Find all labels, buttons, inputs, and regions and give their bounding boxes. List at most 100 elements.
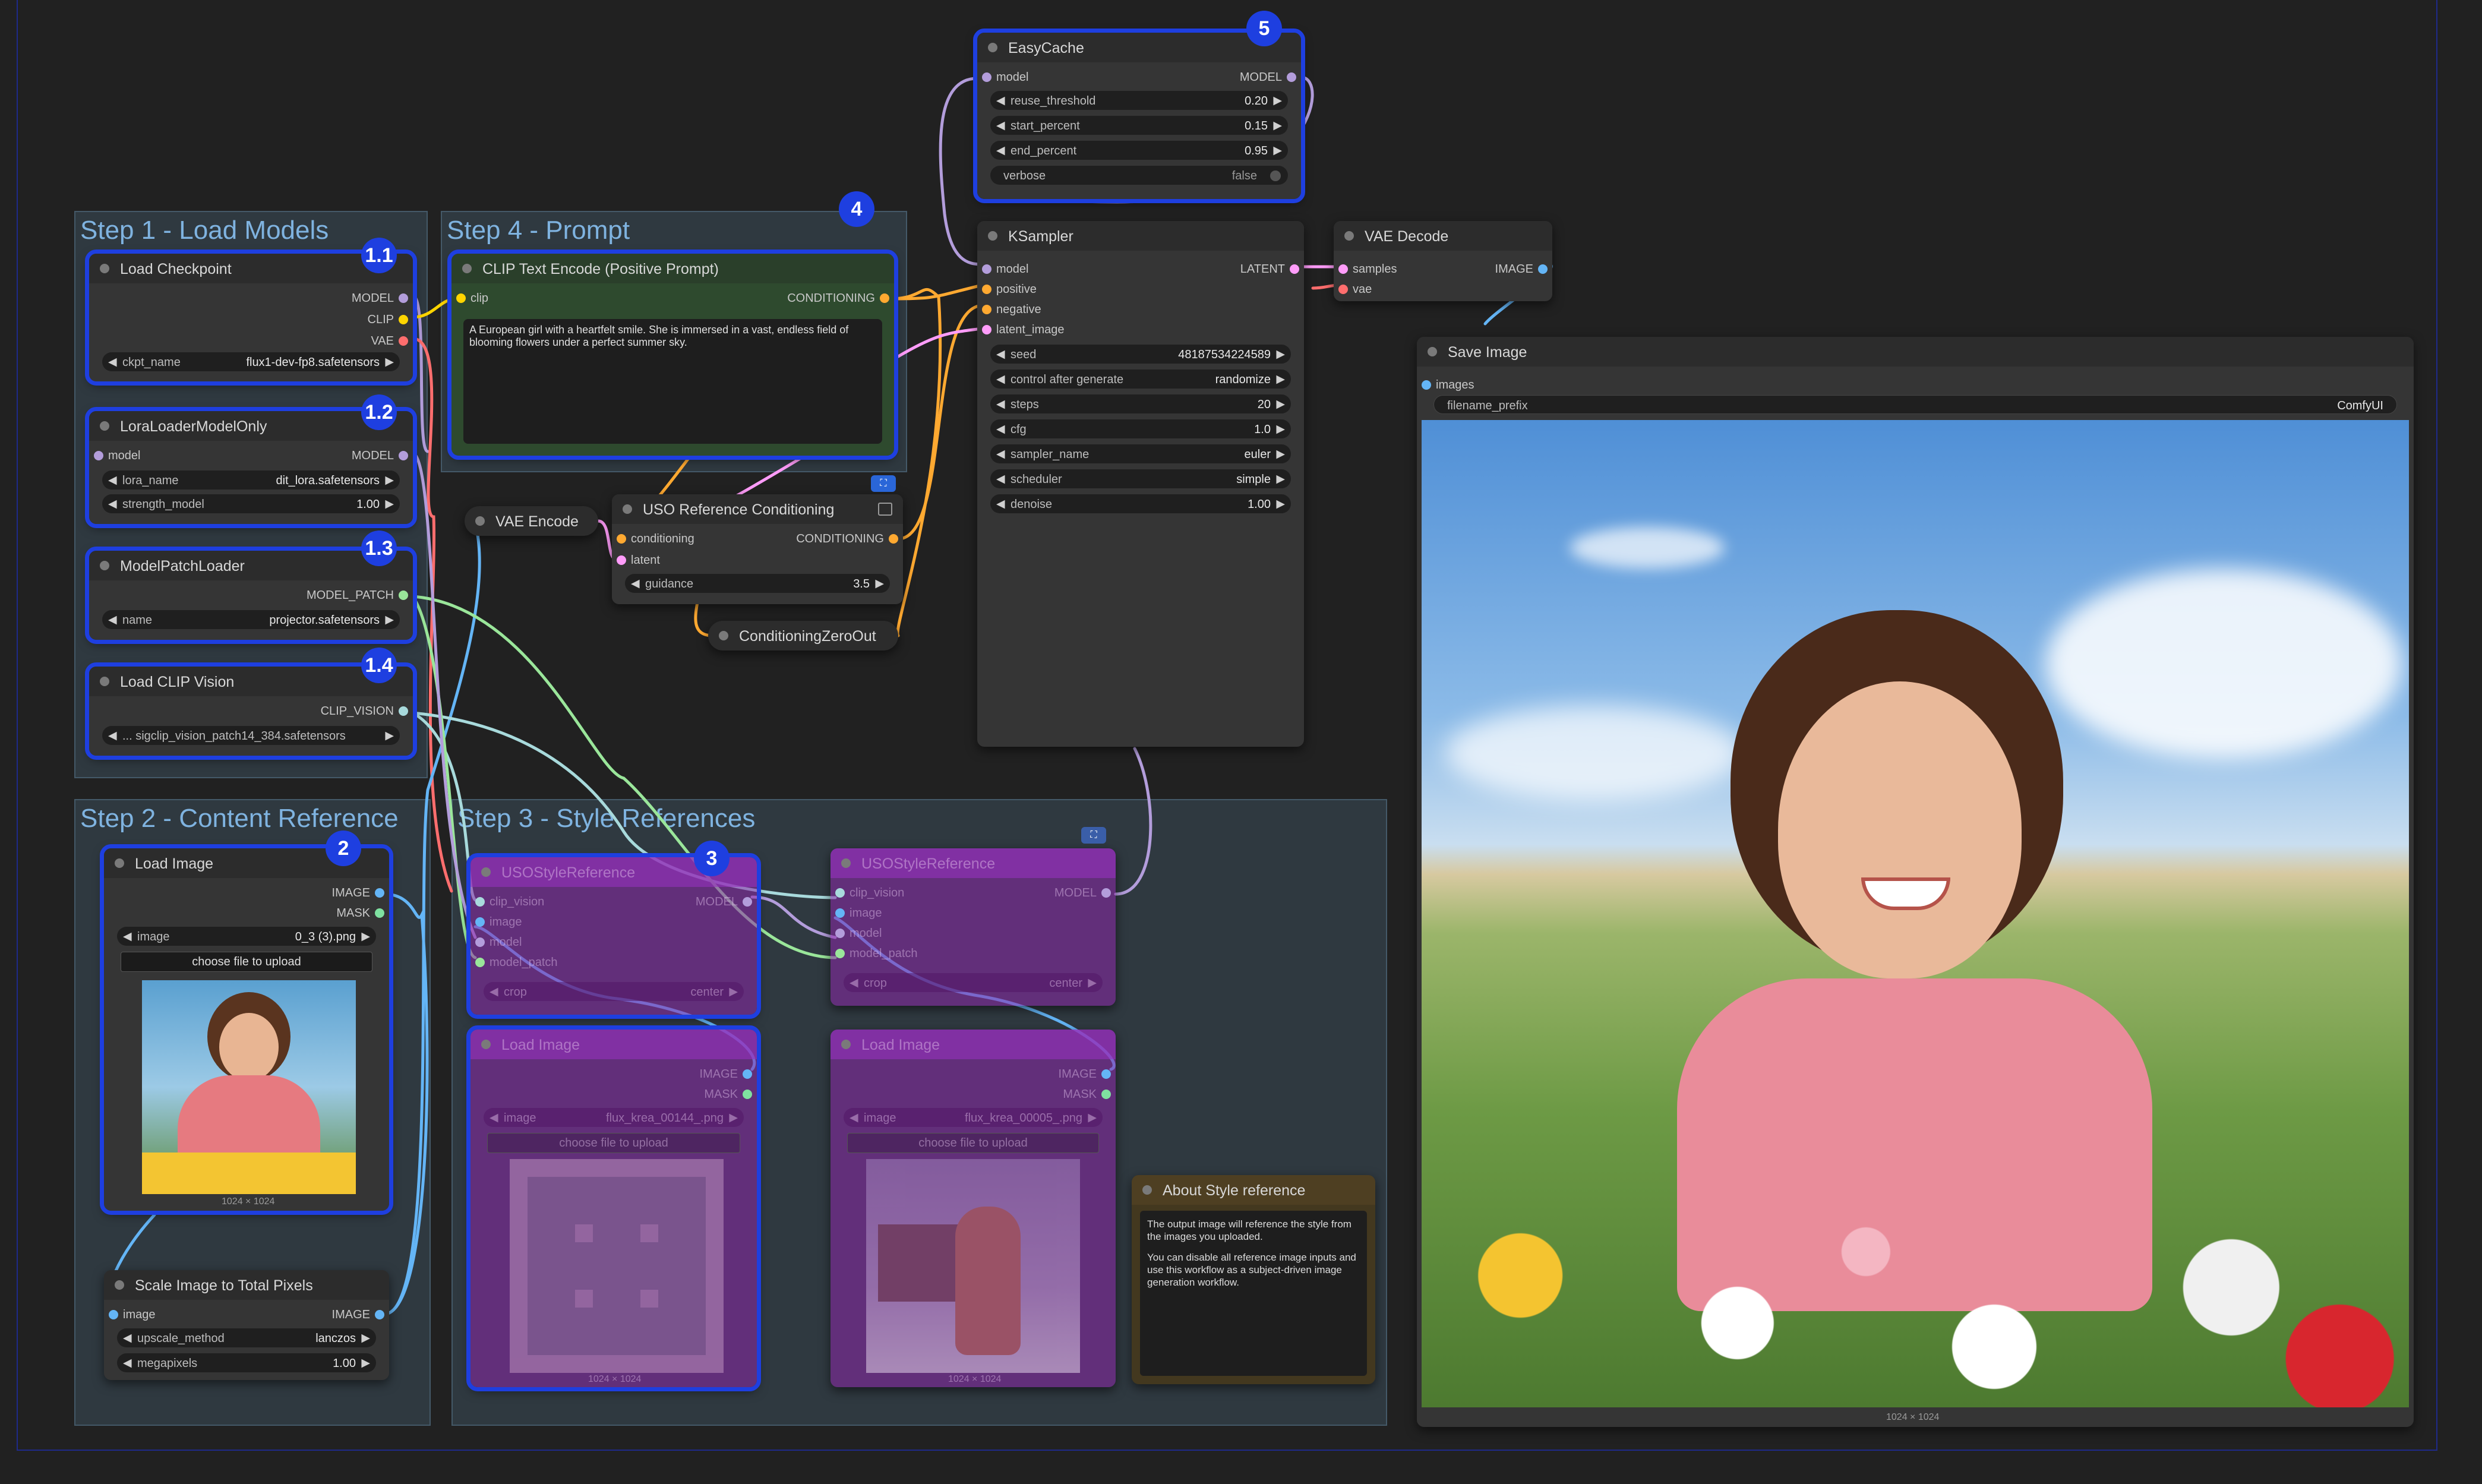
arrow-right-icon[interactable]: ▶ xyxy=(385,473,394,487)
collapse-dot-icon[interactable] xyxy=(988,231,997,241)
output-clip-socket[interactable] xyxy=(399,315,408,324)
note-textarea[interactable]: The output image will reference the styl… xyxy=(1140,1211,1367,1376)
collapse-dot-icon[interactable] xyxy=(100,264,109,273)
reuse-threshold-number[interactable]: ◀ reuse_threshold 0.20 ▶ xyxy=(990,91,1288,110)
arrow-left-icon[interactable]: ◀ xyxy=(631,577,640,591)
arrow-left-icon[interactable]: ◀ xyxy=(490,985,498,999)
crop-combo[interactable]: ◀ crop center ▶ xyxy=(484,982,744,1001)
input-model-patch-socket[interactable] xyxy=(835,949,845,958)
arrow-left-icon[interactable]: ◀ xyxy=(123,930,132,943)
lora-name-combo[interactable]: ◀ lora_name dit_lora.safetensors ▶ xyxy=(102,471,400,490)
arrow-left-icon[interactable]: ◀ xyxy=(996,348,1005,361)
upscale-method-combo[interactable]: ◀ upscale_method lanczos ▶ xyxy=(117,1328,376,1347)
arrow-right-icon[interactable]: ▶ xyxy=(1276,348,1285,361)
patch-name-combo[interactable]: ◀ name projector.safetensors ▶ xyxy=(102,610,400,629)
node-header[interactable]: USOStyleReference xyxy=(831,848,1116,878)
arrow-right-icon[interactable]: ▶ xyxy=(875,577,884,591)
input-clip-socket[interactable] xyxy=(456,293,466,303)
node-header[interactable]: Scale Image to Total Pixels xyxy=(104,1270,389,1300)
guidance-number[interactable]: ◀ guidance 3.5 ▶ xyxy=(625,574,890,593)
end-percent-number[interactable]: ◀ end_percent 0.95 ▶ xyxy=(990,141,1288,160)
output-conditioning-socket[interactable] xyxy=(880,293,889,303)
arrow-left-icon[interactable]: ◀ xyxy=(996,422,1005,436)
output-model-socket[interactable] xyxy=(1101,888,1111,898)
arrow-left-icon[interactable]: ◀ xyxy=(850,976,858,990)
strength-model-number[interactable]: ◀ strength_model 1.00 ▶ xyxy=(102,494,400,513)
node-conditioning-zero-out[interactable]: ConditioningZeroOut xyxy=(708,621,898,651)
arrow-left-icon[interactable]: ◀ xyxy=(123,1356,132,1370)
output-model-socket[interactable] xyxy=(743,897,752,907)
node-uso-style-reference-2[interactable]: USOStyleReference clip_vision image mode… xyxy=(831,848,1116,1006)
input-model-socket[interactable] xyxy=(835,929,845,938)
arrow-right-icon[interactable]: ▶ xyxy=(729,985,738,999)
image-combo[interactable]: ◀ image flux_krea_00005_.png ▶ xyxy=(844,1108,1103,1127)
output-image-socket[interactable] xyxy=(1538,264,1548,274)
node-uso-reference-conditioning[interactable]: USO Reference Conditioning conditioning … xyxy=(612,494,903,604)
output-mask-socket[interactable] xyxy=(375,908,384,918)
steps-number[interactable]: ◀ steps 20 ▶ xyxy=(990,394,1291,413)
node-header[interactable]: VAE Decode xyxy=(1334,221,1552,251)
node-header[interactable]: Load Image xyxy=(831,1030,1116,1059)
input-model-socket[interactable] xyxy=(982,72,991,82)
crop-combo[interactable]: ◀ crop center ▶ xyxy=(844,973,1103,992)
arrow-left-icon[interactable]: ◀ xyxy=(996,397,1005,411)
output-model-socket[interactable] xyxy=(399,293,408,303)
output-image-socket[interactable] xyxy=(1101,1069,1111,1079)
node-header[interactable]: KSampler xyxy=(977,221,1304,251)
node-header[interactable]: CLIP Text Encode (Positive Prompt) xyxy=(451,254,894,283)
arrow-left-icon[interactable]: ◀ xyxy=(850,1111,858,1125)
collapse-dot-icon[interactable] xyxy=(841,858,851,868)
node-vae-decode[interactable]: VAE Decode samples vae IMAGE xyxy=(1334,221,1552,301)
denoise-number[interactable]: ◀ denoise 1.00 ▶ xyxy=(990,494,1291,513)
arrow-right-icon[interactable]: ▶ xyxy=(1276,497,1285,511)
scheduler-combo[interactable]: ◀ scheduler simple ▶ xyxy=(990,469,1291,488)
style-image-preview[interactable] xyxy=(510,1159,724,1373)
output-model-socket[interactable] xyxy=(399,451,408,460)
input-negative-socket[interactable] xyxy=(982,305,991,314)
node-load-image[interactable]: Load Image IMAGE MASK ◀ image 0_3 (3).png ▶… xyxy=(100,844,393,1215)
arrow-right-icon[interactable]: ▶ xyxy=(1273,119,1282,132)
input-positive-socket[interactable] xyxy=(982,285,991,294)
collapse-dot-icon[interactable] xyxy=(100,421,109,431)
collapse-dot-icon[interactable] xyxy=(475,516,485,526)
arrow-right-icon[interactable]: ▶ xyxy=(1276,397,1285,411)
expand-icon[interactable] xyxy=(878,503,892,516)
input-model-patch-socket[interactable] xyxy=(475,958,485,967)
collapse-dot-icon[interactable] xyxy=(1142,1185,1152,1195)
node-lora-loader[interactable]: LoraLoaderModelOnly model MODEL ◀ lora_na… xyxy=(85,407,417,528)
toggle-knob-icon[interactable] xyxy=(1270,170,1281,181)
input-samples-socket[interactable] xyxy=(1338,264,1348,274)
collapse-dot-icon[interactable] xyxy=(1428,347,1437,356)
verbose-toggle[interactable]: verbose false xyxy=(990,166,1288,185)
input-latent-socket[interactable] xyxy=(617,555,626,565)
megapixels-number[interactable]: ◀ megapixels 1.00 ▶ xyxy=(117,1353,376,1372)
arrow-right-icon[interactable]: ▶ xyxy=(385,729,394,743)
output-image-socket[interactable] xyxy=(375,1310,384,1319)
node-header[interactable]: Save Image xyxy=(1417,337,2414,367)
input-clip-vision-socket[interactable] xyxy=(835,888,845,898)
node-about-style-reference-note[interactable]: About Style reference The output image w… xyxy=(1132,1175,1375,1384)
arrow-right-icon[interactable]: ▶ xyxy=(385,497,394,511)
upload-button[interactable]: choose file to upload xyxy=(847,1133,1099,1153)
output-mask-socket[interactable] xyxy=(743,1090,752,1099)
input-vae-socket[interactable] xyxy=(1338,285,1348,294)
arrow-right-icon[interactable]: ▶ xyxy=(729,1111,738,1125)
arrow-right-icon[interactable]: ▶ xyxy=(1273,94,1282,108)
node-uso-style-reference-1[interactable]: USOStyleReference clip_vision image mode… xyxy=(466,853,761,1019)
node-save-image[interactable]: Save Image images filename_prefix ComfyUI… xyxy=(1417,337,2414,1427)
collapse-dot-icon[interactable] xyxy=(481,1040,491,1049)
arrow-left-icon[interactable]: ◀ xyxy=(996,447,1005,461)
collapse-dot-icon[interactable] xyxy=(623,504,632,514)
output-image-preview[interactable] xyxy=(1422,420,2409,1407)
arrow-right-icon[interactable]: ▶ xyxy=(1088,1111,1097,1125)
arrow-left-icon[interactable]: ◀ xyxy=(490,1111,498,1125)
node-style-load-image-1[interactable]: Load Image IMAGE MASK ◀ image flux_krea_00… xyxy=(466,1025,761,1391)
collapse-dot-icon[interactable] xyxy=(100,677,109,686)
collapse-dot-icon[interactable] xyxy=(1344,231,1354,241)
seed-number[interactable]: ◀ seed 481875342245​89 ▶ xyxy=(990,345,1291,364)
arrow-right-icon[interactable]: ▶ xyxy=(385,355,394,369)
node-ksampler[interactable]: KSampler model positive negative latent_… xyxy=(977,221,1304,747)
input-model-socket[interactable] xyxy=(475,937,485,947)
upload-button[interactable]: choose file to upload xyxy=(121,952,372,972)
filename-prefix-input[interactable]: filename_prefix ComfyUI xyxy=(1433,395,2397,414)
